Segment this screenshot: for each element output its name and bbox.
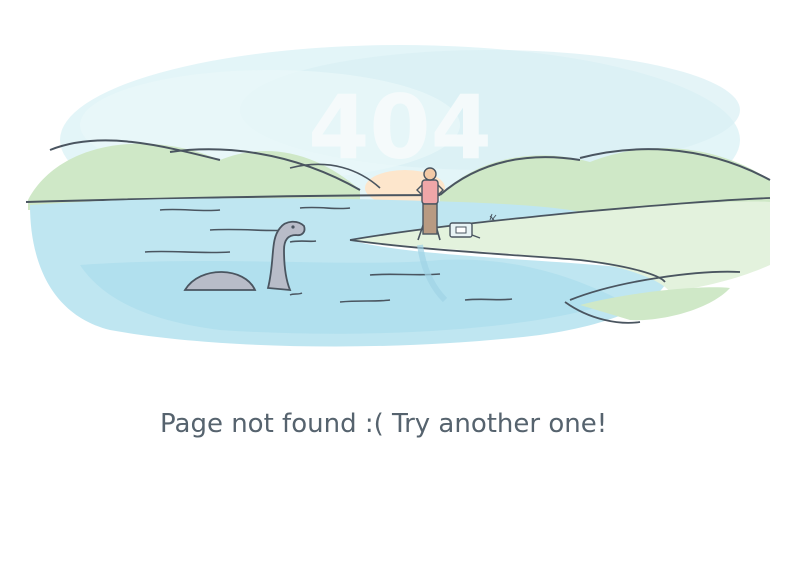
big-404-text: 404	[308, 76, 492, 179]
error-page: 404 Page not found:(Try another one!	[0, 0, 800, 564]
error-message: Page not found :( Try another one!	[160, 409, 608, 439]
loch-ness-illustration: 404	[25, 45, 771, 347]
